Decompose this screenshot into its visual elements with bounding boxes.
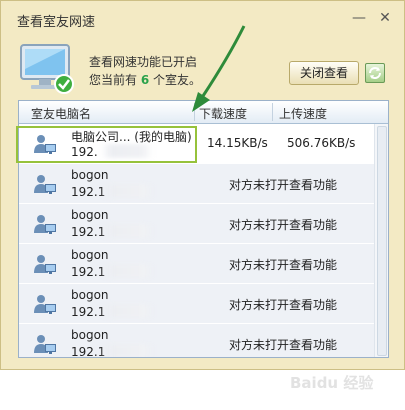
user-computer-icon <box>33 252 57 276</box>
net-speed-window: 查看室友网速 — ✕ 查看网速功能已开启 您当前有 6 个室友。 关闭查看 室友… <box>0 0 405 370</box>
table-row[interactable]: bogon 192.1 对方未打开查看功能 <box>19 244 375 284</box>
column-header-name[interactable]: 室友电脑名 <box>31 105 91 122</box>
close-view-button[interactable]: 关闭查看 <box>289 61 359 85</box>
ip-redaction <box>101 264 153 278</box>
upload-speed: 506.76KB/s <box>287 136 356 150</box>
user-computer-icon <box>33 332 57 356</box>
scroll-thumb[interactable] <box>377 126 387 356</box>
highlight-box <box>16 126 197 163</box>
count-prefix: 您当前有 <box>89 73 138 87</box>
close-icon[interactable]: ✕ <box>375 9 395 27</box>
column-divider[interactable] <box>272 103 273 121</box>
watermark: Baidu 经验 <box>290 374 374 392</box>
row-status: 对方未打开查看功能 <box>229 298 338 312</box>
column-header-upload[interactable]: 上传速度 <box>279 105 327 122</box>
table-row[interactable]: bogon 192.1 对方未打开查看功能 <box>19 204 375 244</box>
ip-redaction <box>101 304 153 318</box>
table-row[interactable]: bogon 192.1 对方未打开查看功能 <box>19 284 375 324</box>
user-computer-icon <box>33 172 57 196</box>
ip-redaction <box>101 184 153 198</box>
refresh-icon[interactable] <box>365 63 385 83</box>
computer-name: bogon <box>71 248 109 262</box>
computer-name: bogon <box>71 288 109 302</box>
minimize-icon[interactable]: — <box>349 9 369 27</box>
column-header-download[interactable]: 下载速度 <box>199 105 247 122</box>
table-row[interactable]: bogon 192.1 对方未打开查看功能 <box>19 324 375 357</box>
count-suffix: 个室友。 <box>153 73 202 87</box>
window-title: 查看室友网速 <box>17 15 96 30</box>
computer-name: bogon <box>71 168 109 182</box>
computer-name: bogon <box>71 328 109 342</box>
status-info: 查看网速功能已开启 您当前有 6 个室友。 <box>89 53 201 89</box>
row-status: 对方未打开查看功能 <box>229 218 338 232</box>
ip-redaction <box>101 344 153 357</box>
row-status: 对方未打开查看功能 <box>229 258 338 272</box>
ip-redaction <box>101 224 153 238</box>
status-line: 查看网速功能已开启 <box>89 55 198 69</box>
table-row[interactable]: bogon 192.1 对方未打开查看功能 <box>19 164 375 204</box>
row-status: 对方未打开查看功能 <box>229 338 338 352</box>
title-bar: 查看室友网速 — ✕ <box>1 1 404 37</box>
table-header: 室友电脑名 下载速度 上传速度 <box>19 101 388 124</box>
column-divider[interactable] <box>194 103 195 121</box>
download-speed: 14.15KB/s <box>207 136 268 150</box>
vertical-scrollbar[interactable] <box>374 124 388 357</box>
roommate-count: 6 <box>140 73 150 87</box>
computer-name: bogon <box>71 208 109 222</box>
monitor-icon <box>20 44 74 94</box>
roommate-count-line: 您当前有 6 个室友。 <box>89 71 201 89</box>
user-computer-icon <box>33 292 57 316</box>
user-computer-icon <box>33 212 57 236</box>
row-status: 对方未打开查看功能 <box>229 178 338 192</box>
